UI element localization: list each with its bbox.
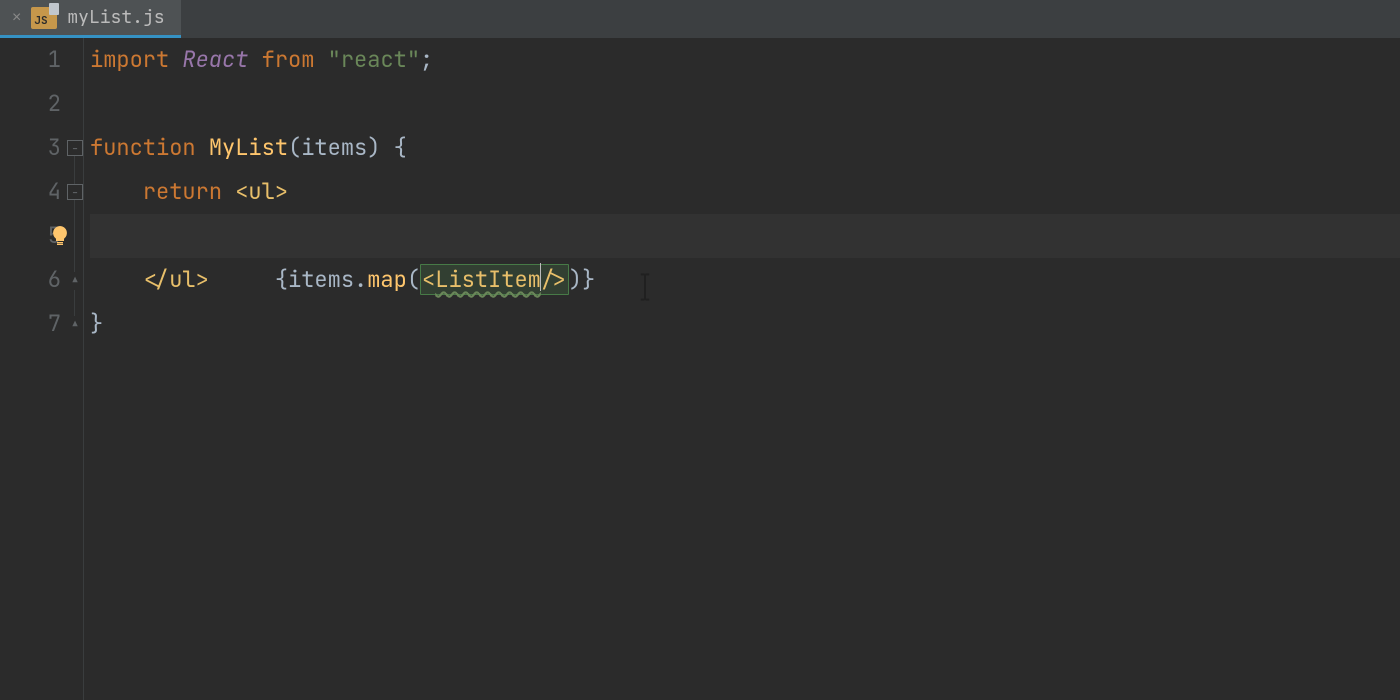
js-filetype-icon: JS (31, 7, 57, 29)
tab-mylist[interactable]: × JS myList.js (0, 0, 181, 38)
line-number[interactable]: 4 (0, 170, 61, 214)
gutter: 1 2 3 4 5 6 7 − − ▴ ▴ (0, 38, 84, 700)
tab-strip: × JS myList.js (0, 0, 1400, 38)
line-number[interactable]: 6 (0, 258, 61, 302)
line-number[interactable]: 2 (0, 82, 61, 126)
fold-toggle-icon[interactable]: − (67, 140, 83, 156)
code-area[interactable]: import React from "react"; function MyLi… (84, 38, 1400, 700)
lightbulb-icon[interactable] (48, 224, 72, 248)
line-number[interactable]: 7 (0, 302, 61, 346)
code-line-current[interactable]: {items.map(<ListItem/>)} (90, 214, 1400, 258)
code-line[interactable] (90, 82, 1400, 126)
code-line[interactable]: function MyList(items) { (90, 126, 1400, 170)
fold-close-icon[interactable]: ▴ (67, 316, 83, 332)
code-line[interactable]: import React from "react"; (90, 38, 1400, 82)
code-line[interactable]: return <ul> (90, 170, 1400, 214)
fold-close-icon[interactable]: ▴ (67, 272, 83, 288)
fold-toggle-icon[interactable]: − (67, 184, 83, 200)
tab-filename: myList.js (67, 6, 164, 29)
editor[interactable]: 1 2 3 4 5 6 7 − − ▴ ▴ import React from … (0, 38, 1400, 700)
line-number[interactable]: 1 (0, 38, 61, 82)
line-number[interactable]: 3 (0, 126, 61, 170)
code-line[interactable]: } (90, 302, 1400, 346)
close-icon[interactable]: × (12, 9, 21, 27)
